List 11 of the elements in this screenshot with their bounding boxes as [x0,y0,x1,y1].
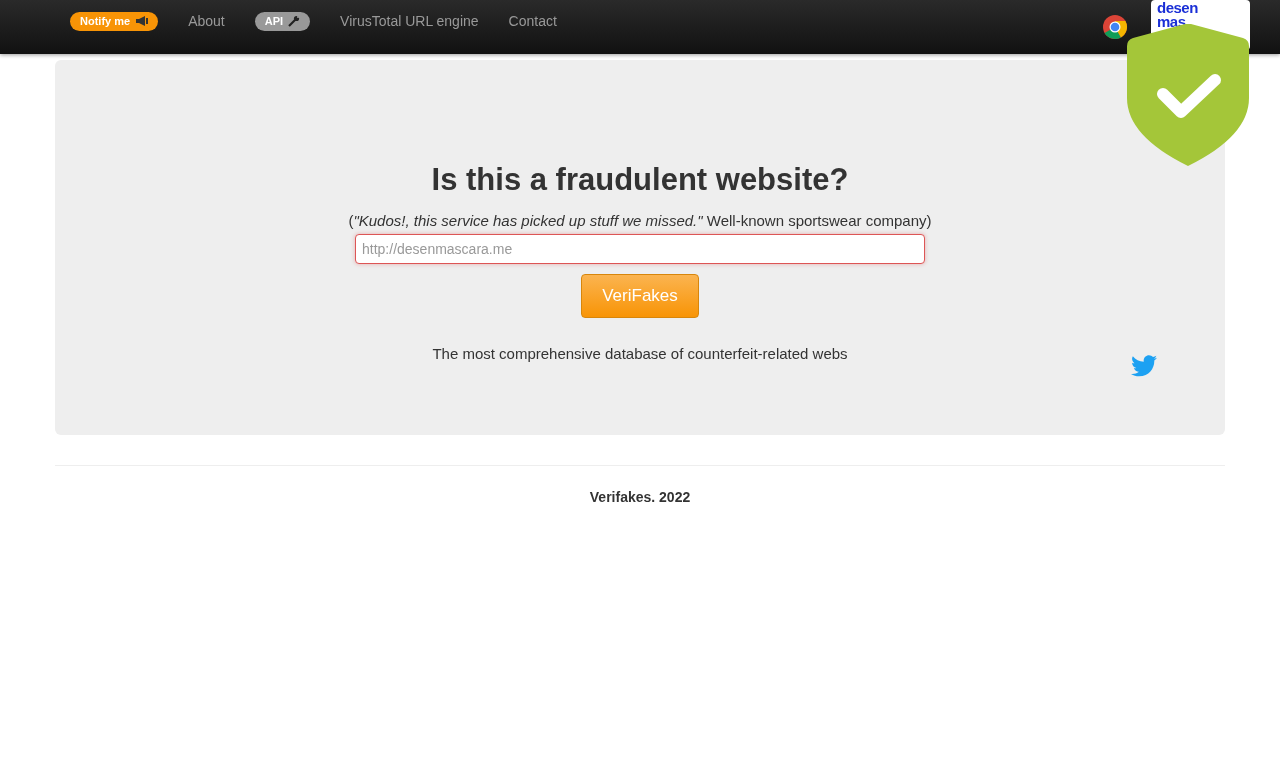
page-title: Is this a fraudulent website? [431,162,849,198]
nav-link[interactable]: VirusTotal URL engine [340,13,479,29]
wrench-icon [288,15,301,27]
chrome-icon[interactable] [1102,14,1128,40]
megaphone-icon [135,16,149,26]
nav-link[interactable]: Contact [508,13,557,29]
tagline: The most comprehensive database of counterfeit-related webs [432,345,848,362]
nav-link[interactable]: About [188,13,225,29]
url-field[interactable]: http://desenmascara.me [355,234,925,264]
testimonial-quote: ("Kudos!, this service has picked up stuff we missed." Well-known sportswear company) [348,212,932,229]
footer-text: Verifakes. 2022 [588,489,692,505]
